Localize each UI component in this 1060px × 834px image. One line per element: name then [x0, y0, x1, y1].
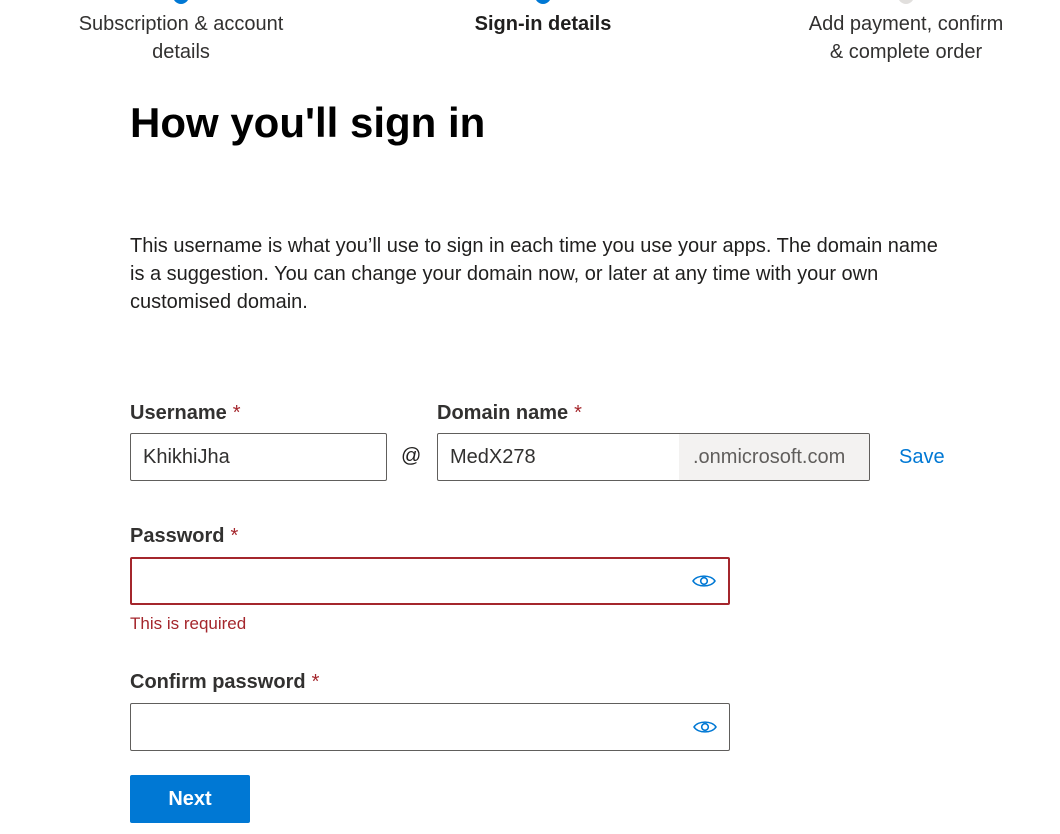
- at-symbol: @: [401, 445, 422, 467]
- username-input[interactable]: KhikhiJha: [130, 433, 387, 481]
- save-domain-link[interactable]: Save: [899, 446, 945, 469]
- required-marker: *: [574, 402, 582, 424]
- eye-icon[interactable]: [693, 719, 717, 735]
- next-button[interactable]: Next: [130, 775, 250, 823]
- username-label: Username *: [130, 399, 241, 427]
- confirm-password-label: Confirm password *: [130, 668, 319, 696]
- confirm-password-label-text: Confirm password: [130, 671, 306, 693]
- username-label-text: Username: [130, 402, 227, 424]
- domain-label-text: Domain name: [437, 402, 569, 424]
- step-payment-confirm: Add payment, confirm & complete order: [786, 0, 1026, 66]
- domain-value: MedX278: [450, 446, 536, 468]
- eye-icon[interactable]: [692, 573, 716, 589]
- step-signin-details: Sign-in details: [428, 0, 658, 38]
- required-marker: *: [230, 525, 239, 547]
- page-title: How you'll sign in: [130, 99, 486, 146]
- step-label-line1: Add payment, confirm: [808, 13, 1004, 35]
- signin-details-page: Subscription & account details Sign-in d…: [0, 0, 1060, 834]
- domain-suffix: .onmicrosoft.com: [679, 434, 869, 480]
- step-label: Sign-in details: [474, 13, 612, 35]
- step-label-line1: Subscription & account: [78, 13, 284, 35]
- password-label-text: Password: [130, 525, 225, 547]
- domain-input[interactable]: MedX278: [438, 434, 679, 480]
- confirm-password-input[interactable]: [130, 703, 730, 751]
- intro-text: This username is what you’ll use to sign…: [130, 235, 938, 313]
- domain-label: Domain name *: [437, 399, 582, 427]
- username-value: KhikhiJha: [143, 446, 230, 468]
- password-label: Password *: [130, 522, 238, 550]
- step-label-line2: details: [152, 41, 210, 63]
- step-subscription-account: Subscription & account details: [56, 0, 306, 66]
- required-marker: *: [311, 671, 320, 693]
- step-label-line2: & complete order: [829, 41, 983, 63]
- domain-field: MedX278 .onmicrosoft.com: [437, 433, 870, 481]
- password-error-message: This is required: [130, 614, 247, 633]
- password-input[interactable]: [130, 557, 730, 605]
- required-marker: *: [232, 402, 241, 424]
